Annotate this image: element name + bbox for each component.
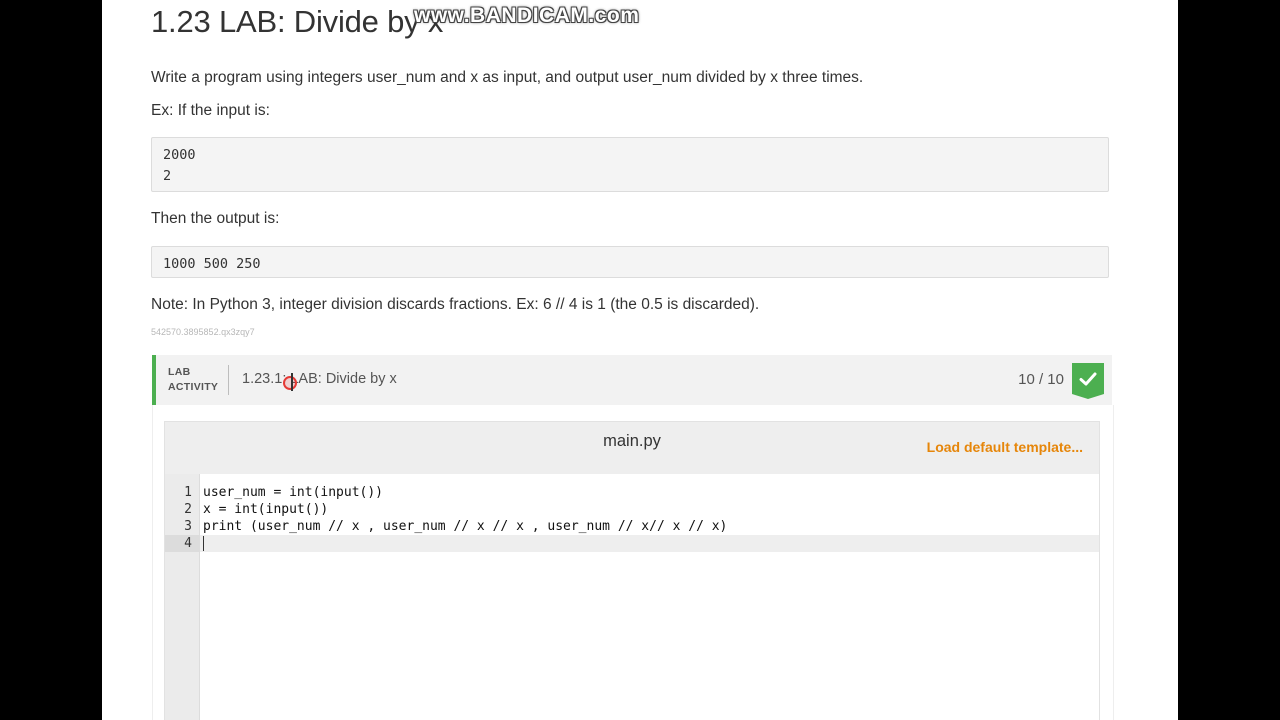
content-id: 542570.3895852.qx3zqy7 — [151, 327, 255, 337]
page-title: 1.23 LAB: Divide by x — [151, 4, 444, 39]
line-number: 2 — [184, 502, 192, 517]
lab-label: LAB — [168, 366, 191, 378]
line-number: 3 — [184, 519, 192, 534]
lab-score: 10 / 10 — [1018, 371, 1064, 388]
header-divider — [228, 365, 229, 395]
text-caret — [203, 536, 204, 551]
code-editor-panel: main.py Load default template... 1 user_… — [164, 421, 1100, 720]
code-text[interactable]: x = int(input()) — [203, 501, 328, 518]
line-number: 4 — [184, 536, 192, 551]
code-line[interactable]: 4 — [165, 535, 1099, 552]
code-line[interactable]: 1 user_num = int(input()) — [165, 484, 1099, 501]
code-line[interactable]: 3 print (user_num // x , user_num // x /… — [165, 518, 1099, 535]
load-default-template-button[interactable]: Load default template... — [927, 439, 1083, 455]
mouse-cursor-highlight-icon — [283, 376, 297, 390]
code-text[interactable]: print (user_num // x , user_num // x // … — [203, 518, 727, 535]
page-content: 1.23 LAB: Divide by x Write a program us… — [102, 0, 1178, 720]
note-text: Note: In Python 3, integer division disc… — [151, 296, 760, 313]
line-number: 1 — [184, 485, 192, 500]
activity-label: ACTIVITY — [168, 381, 219, 393]
lab-activity-title: 1.23.1: LAB: Divide by x — [242, 371, 397, 387]
lab-activity-label: LAB ACTIVITY — [168, 365, 218, 395]
recording-watermark: www.BANDICAM.com — [414, 4, 640, 27]
code-editor[interactable]: 1 user_num = int(input()) 2 x = int(inpu… — [165, 474, 1099, 720]
lab-description: Write a program using integers user_num … — [151, 69, 864, 86]
code-line[interactable]: 2 x = int(input()) — [165, 501, 1099, 518]
example-input-block: 2000 2 — [151, 137, 1109, 192]
completed-check-icon — [1072, 363, 1104, 399]
example-output-label: Then the output is: — [151, 210, 280, 227]
example-input-label: Ex: If the input is: — [151, 102, 270, 119]
code-text[interactable]: user_num = int(input()) — [203, 484, 383, 501]
text-cursor-icon — [291, 373, 293, 391]
example-output-block: 1000 500 250 — [151, 246, 1109, 278]
